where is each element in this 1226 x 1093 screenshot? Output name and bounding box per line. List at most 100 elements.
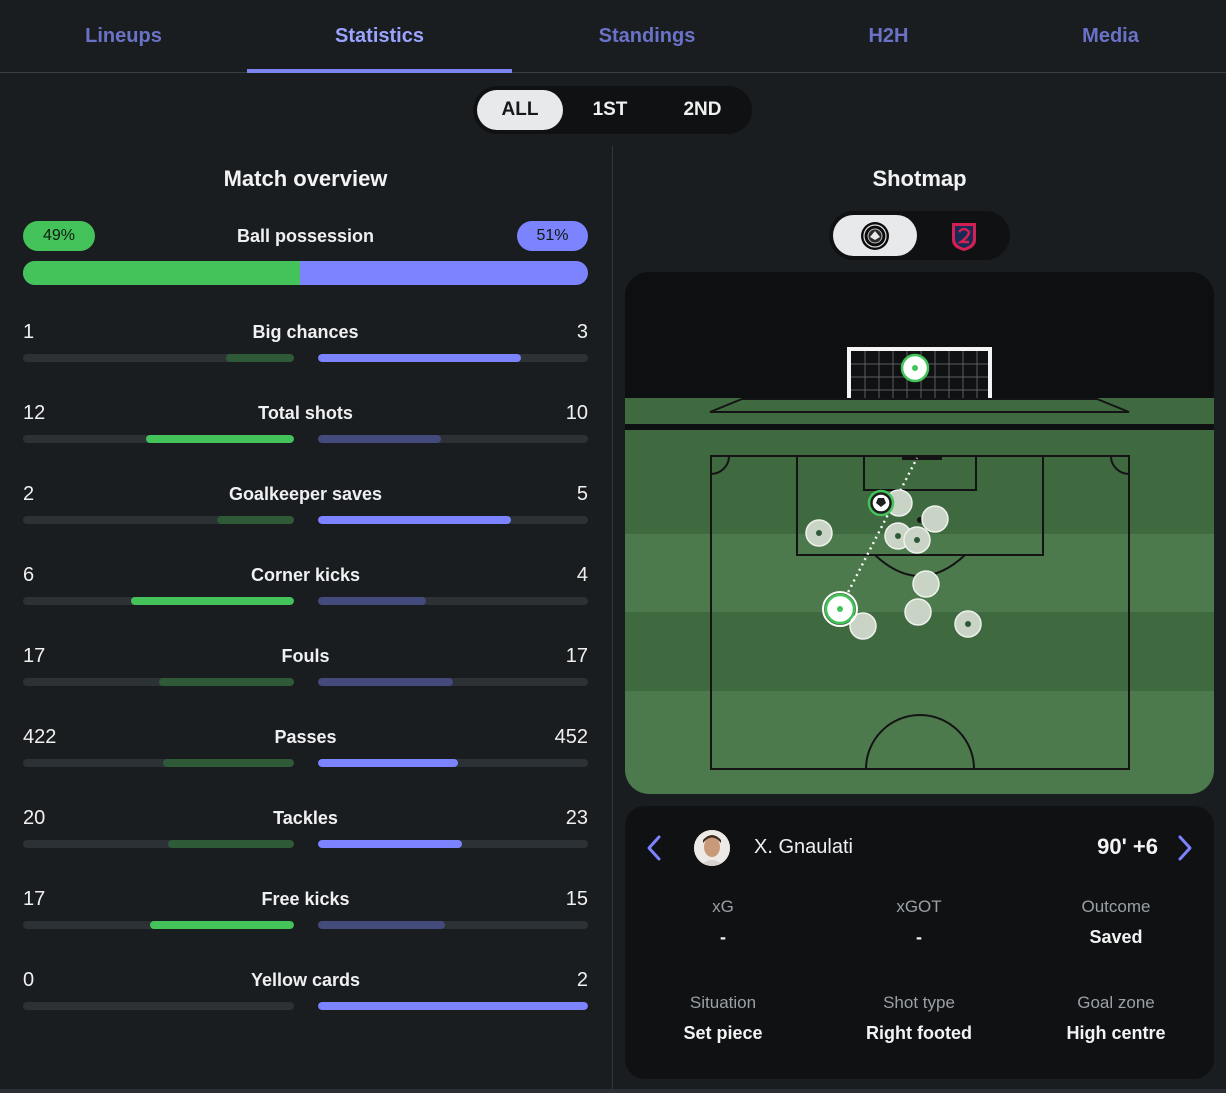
stat-away-value: 3: [576, 321, 588, 343]
stat-away-track: [318, 1002, 588, 1010]
stat-home-fill: [146, 435, 294, 443]
stat-label: Tackles: [273, 808, 338, 828]
stat-label: Goalkeeper saves: [228, 484, 383, 504]
detail-outcome-value: Saved: [1089, 927, 1143, 947]
stat-row: 17 Fouls 17: [23, 645, 588, 695]
detail-situation: Situation Set piece: [625, 993, 821, 1044]
stat-row: 1 Big chances 3: [23, 321, 588, 371]
possession-label: Ball possession: [236, 226, 375, 246]
shot-marker[interactable]: [954, 610, 982, 638]
stat-home-fill: [216, 516, 294, 524]
detail-xg: xG -: [625, 897, 821, 948]
period-first-half-button[interactable]: 1ST: [567, 90, 653, 130]
stat-row: 12 Total shots 10: [23, 402, 588, 452]
stat-home-track: [23, 759, 294, 767]
period-second-half-button[interactable]: 2ND: [657, 90, 748, 130]
away-possession-badge: 51%: [517, 221, 588, 251]
stat-row: 0 Yellow cards 2: [23, 969, 588, 1019]
stat-away-track: [318, 435, 588, 443]
tab-statistics[interactable]: Statistics: [247, 0, 512, 73]
stat-away-value: 4: [576, 564, 588, 586]
stat-label: Corner kicks: [250, 565, 361, 585]
stat-away-fill: [318, 921, 445, 929]
stat-away-value: 10: [565, 402, 588, 424]
tab-lineups[interactable]: Lineups: [0, 0, 247, 72]
team-switch: [829, 211, 1010, 260]
stat-away-track: [318, 354, 588, 362]
stat-row: 20 Tackles 23: [23, 807, 588, 857]
stat-away-track: [318, 759, 588, 767]
detail-xgot-value: -: [916, 927, 922, 947]
stat-label: Free kicks: [261, 889, 350, 909]
chevron-right-icon: [1178, 835, 1192, 861]
home-team-button[interactable]: [833, 215, 917, 256]
detail-xg-label: xG: [712, 897, 734, 916]
stat-away-fill: [318, 435, 441, 443]
stat-row: 2 Goalkeeper saves 5: [23, 483, 588, 533]
detail-outcome-label: Outcome: [1081, 897, 1151, 916]
stat-label: Passes: [274, 727, 337, 747]
detail-goal-zone: Goal zone High centre: [1018, 993, 1214, 1044]
stat-row: 422 Passes 452: [23, 726, 588, 776]
stat-home-track: [23, 354, 294, 362]
bottom-border: [0, 1089, 1226, 1093]
detail-goal-zone-label: Goal zone: [1077, 993, 1155, 1012]
possession-bar: [23, 261, 588, 285]
detail-goal-zone-value: High centre: [1066, 1023, 1166, 1043]
stat-away-track: [318, 516, 588, 524]
stat-home-track: [23, 678, 294, 686]
shot-marker[interactable]: [921, 505, 949, 533]
tab-standings[interactable]: Standings: [512, 0, 782, 72]
stat-label: Big chances: [252, 322, 359, 342]
column-divider: [612, 146, 613, 1093]
stat-away-value: 452: [554, 726, 588, 748]
stat-label: Total shots: [258, 403, 353, 423]
stat-away-value: 17: [565, 645, 588, 667]
selected-shot-marker[interactable]: [822, 591, 858, 627]
stat-away-value: 23: [565, 807, 588, 829]
stat-away-value: 15: [565, 888, 588, 910]
stat-home-fill: [167, 840, 294, 848]
stat-home-track: [23, 597, 294, 605]
stat-away-fill: [318, 516, 511, 524]
shotmap-title: Shotmap: [872, 166, 967, 191]
stat-away-fill: [318, 597, 426, 605]
home-team-crest-icon: [861, 221, 889, 250]
shot-marker[interactable]: [805, 519, 833, 547]
period-all-button[interactable]: ALL: [477, 90, 563, 130]
possession-home-fill: [23, 261, 300, 285]
stat-home-fill: [131, 597, 294, 605]
stat-home-track: [23, 921, 294, 929]
detail-situation-label: Situation: [689, 993, 757, 1012]
stat-away-fill: [318, 1002, 588, 1010]
shot-on-goal-marker: [900, 353, 930, 383]
detail-shot-type-value: Right footed: [866, 1023, 972, 1043]
detail-xgot: xGOT -: [821, 897, 1017, 948]
detail-xgot-label: xGOT: [896, 897, 942, 916]
shot-details-panel: X. Gnaulati 90' +6 xG - xGOT - Outcome S…: [625, 806, 1214, 1079]
next-shot-button[interactable]: [1170, 830, 1200, 866]
stat-home-track: [23, 516, 294, 524]
player-avatar: [694, 830, 730, 866]
player-name[interactable]: X. Gnaulati: [754, 836, 853, 859]
shot-marker[interactable]: [904, 598, 932, 626]
stat-home-fill: [158, 678, 294, 686]
match-overview-title: Match overview: [223, 166, 388, 191]
stat-away-fill: [318, 354, 521, 362]
detail-outcome: Outcome Saved: [1018, 897, 1214, 948]
shot-minute: 90' +6: [1097, 834, 1158, 859]
stat-home-fill: [226, 354, 294, 362]
stat-row: 17 Free kicks 15: [23, 888, 588, 938]
stat-away-value: 5: [576, 483, 588, 505]
away-team-button[interactable]: [922, 215, 1006, 256]
stat-label: Yellow cards: [250, 970, 361, 990]
tab-h2h[interactable]: H2H: [782, 0, 995, 72]
goal-ball-icon: [867, 489, 895, 517]
shot-marker[interactable]: [903, 526, 931, 554]
stat-row: 6 Corner kicks 4: [23, 564, 588, 614]
shot-marker[interactable]: [912, 570, 940, 598]
previous-shot-button[interactable]: [639, 830, 669, 866]
period-switch: ALL 1ST 2ND: [473, 86, 752, 134]
shot-marker[interactable]: [849, 612, 877, 640]
tab-media[interactable]: Media: [995, 0, 1226, 72]
